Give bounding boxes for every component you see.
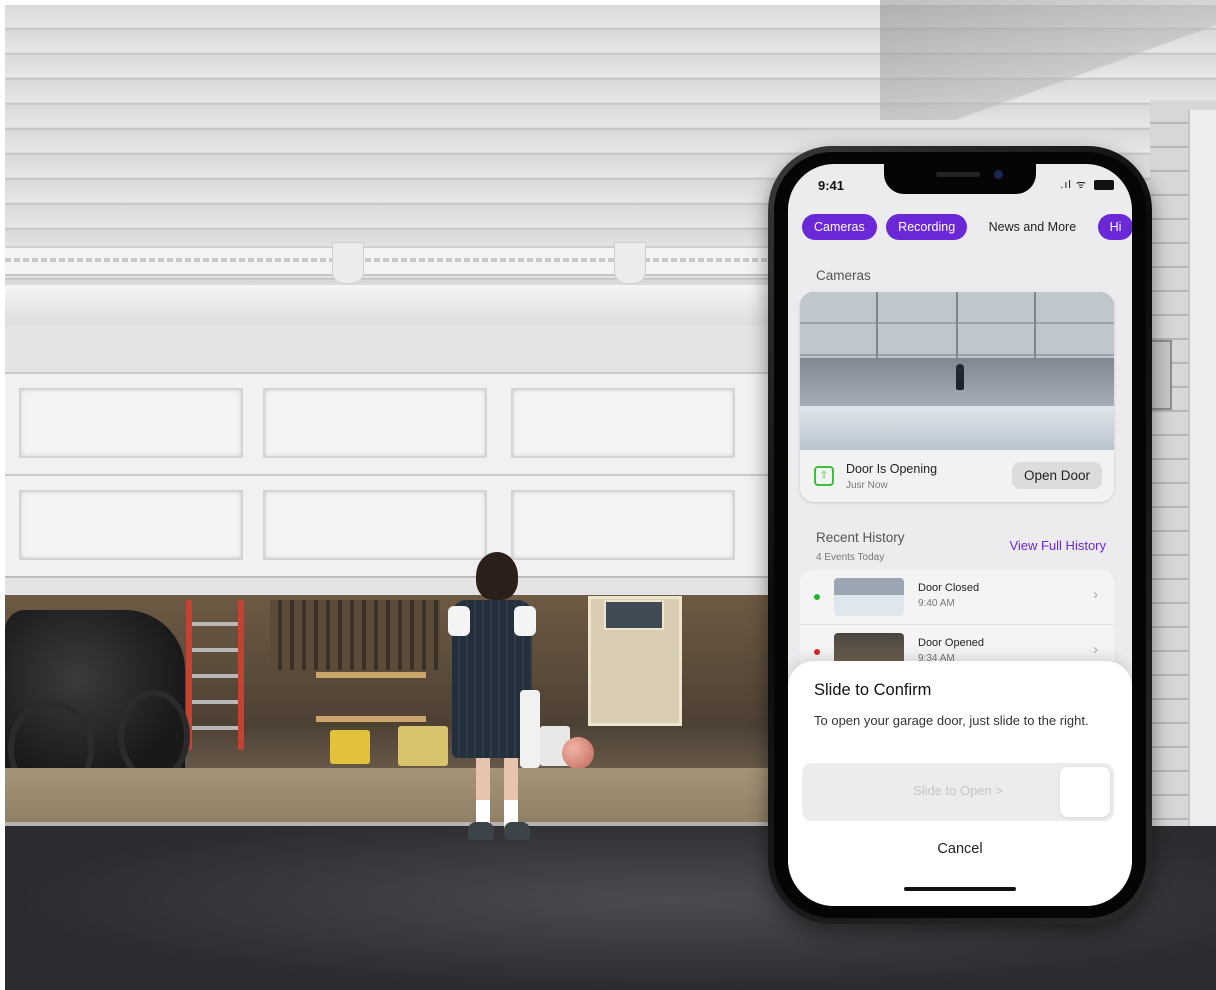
open-door-button[interactable]: Open Door: [1011, 462, 1102, 489]
event-title: Door Closed: [918, 582, 980, 594]
smartphone: 9:41 .ıl ᯤ Cameras Recording News and Mo…: [768, 146, 1152, 924]
corner-post: [1188, 110, 1216, 850]
ball: [562, 737, 594, 769]
shelf: [316, 672, 426, 678]
wall-lamp: [1150, 340, 1172, 410]
tab-recording[interactable]: Recording: [886, 214, 968, 240]
camera-card[interactable]: ⇧ Door Is Opening Jusr Now Open Door: [800, 292, 1114, 502]
girl-sleeve: [514, 606, 536, 636]
phone-notch: [884, 164, 1036, 194]
front-camera-icon: [994, 170, 1003, 179]
trim-bracket: [332, 242, 364, 284]
cancel-button[interactable]: Cancel: [788, 841, 1132, 857]
tab-bar: Cameras Recording News and More Hi: [802, 214, 1132, 240]
event-time: 9:40 AM: [918, 598, 955, 609]
door-panel: [511, 388, 735, 458]
door-header: [5, 285, 775, 328]
door-panel: [19, 388, 243, 458]
view-full-history-link[interactable]: View Full History: [1009, 538, 1106, 553]
girl-shoe: [468, 822, 494, 840]
battery-icon: [1094, 180, 1114, 191]
tab-cameras[interactable]: Cameras: [802, 214, 877, 240]
signal-wifi-icon: .ıl ᯤ: [1060, 179, 1087, 191]
camera-feed[interactable]: [800, 292, 1114, 450]
door-status-bar: ⇧ Door Is Opening Jusr Now Open Door: [800, 450, 1114, 502]
bucket: [330, 730, 370, 764]
confirm-bottom-sheet: Slide to Confirm To open your garage doo…: [788, 661, 1132, 906]
garage-door-section: [5, 372, 775, 476]
slide-to-open-slider[interactable]: Slide to Open >: [802, 763, 1114, 821]
girl-head: [476, 552, 518, 600]
event-thumbnail: [834, 578, 904, 616]
phone-screen: 9:41 .ıl ᯤ Cameras Recording News and Mo…: [788, 164, 1132, 906]
feed-door-seam: [956, 292, 958, 358]
tab-hi[interactable]: Hi: [1097, 214, 1132, 240]
door-panel: [19, 490, 243, 560]
speaker-grill: [936, 172, 980, 177]
garage-door-section: [5, 474, 775, 578]
sheet-description: To open your garage door, just slide to …: [814, 713, 1089, 728]
door-status-time: Jusr Now: [846, 480, 888, 491]
chevron-right-icon: ›: [1093, 586, 1098, 603]
garage-door-icon: ⇧: [814, 466, 834, 486]
garage-floor: [5, 768, 775, 828]
bag: [398, 726, 448, 766]
door-panel: [263, 490, 487, 560]
girl-shoe: [504, 822, 530, 840]
status-icons: .ıl ᯤ: [1060, 177, 1114, 192]
history-event-count: 4 Events Today: [816, 552, 885, 563]
status-dot-icon: [814, 594, 820, 600]
girl-bag: [520, 690, 540, 768]
girl-sleeve: [448, 606, 470, 636]
event-title: Door Opened: [918, 637, 985, 649]
shelf: [316, 716, 426, 722]
feed-person: [956, 364, 964, 390]
feed-door-seam: [876, 292, 878, 358]
trim-bracket: [614, 242, 646, 284]
interior-door-window: [604, 600, 664, 630]
tool-pegboard: [270, 600, 440, 670]
trim-detail: [5, 258, 775, 262]
tab-news-and-more[interactable]: News and More: [977, 214, 1089, 240]
slider-handle[interactable]: [1060, 767, 1110, 817]
recent-history-title: Recent History: [816, 530, 905, 545]
ladder: [186, 600, 244, 750]
door-panel: [263, 388, 487, 458]
home-indicator[interactable]: [904, 887, 1016, 891]
status-dot-icon: [814, 649, 820, 655]
feed-floor: [800, 406, 1114, 450]
door-panel: [511, 490, 735, 560]
history-row[interactable]: Door Closed 9:40 AM ›: [800, 570, 1114, 625]
sheet-title: Slide to Confirm: [814, 681, 932, 699]
chevron-right-icon: ›: [1093, 641, 1098, 658]
cameras-section-title: Cameras: [816, 268, 871, 283]
door-status-title: Door Is Opening: [846, 462, 938, 476]
status-time: 9:41: [818, 178, 845, 193]
feed-door-seam: [1034, 292, 1036, 358]
